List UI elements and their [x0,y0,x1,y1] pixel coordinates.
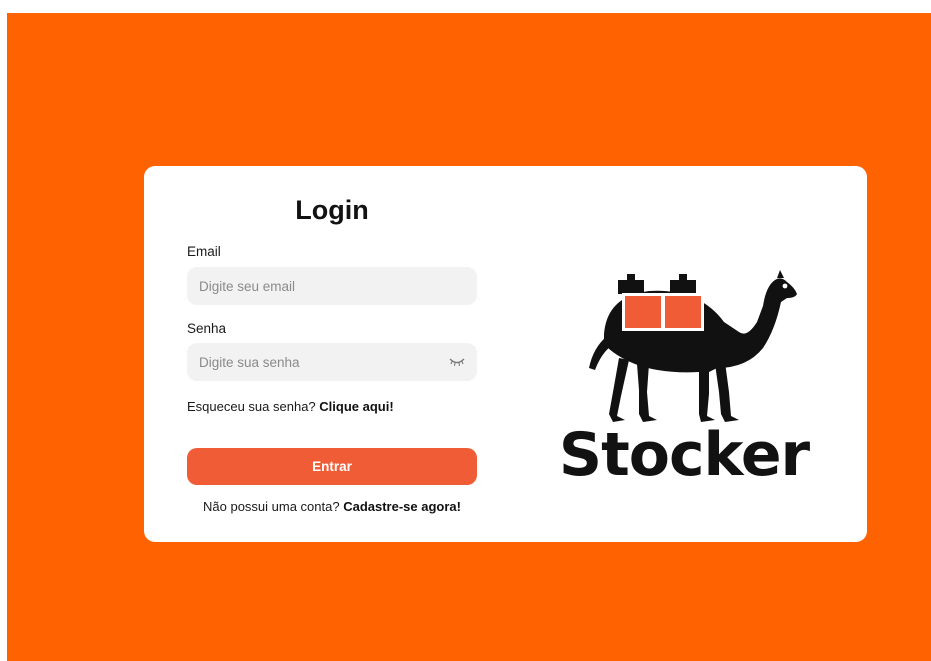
email-input[interactable] [199,278,465,294]
password-label: Senha [187,321,227,336]
forgot-password-prompt: Esqueceu sua senha? [187,399,320,414]
login-card: Login Email Senha Esqueceu sua senha? Cl… [144,166,867,542]
email-field-wrapper [187,267,477,305]
password-input[interactable] [199,354,443,370]
email-label: Email [187,244,221,259]
signup-prompt: Não possui uma conta? [203,499,344,514]
login-button[interactable]: Entrar [187,448,477,485]
eye-closed-icon[interactable] [449,357,465,367]
brand-block: Stocker [549,264,819,504]
signup-link[interactable]: Cadastre-se agora! [343,499,461,514]
camel-with-boxes-icon [589,270,797,422]
signup-text: Não possui uma conta? Cadastre-se agora! [187,499,477,514]
page-title: Login [295,195,369,225]
brand-name: Stocker [558,420,810,490]
forgot-password-text: Esqueceu sua senha? Clique aqui! [187,399,394,414]
password-field-wrapper [187,343,477,381]
page-background: Login Email Senha Esqueceu sua senha? Cl… [7,13,931,661]
forgot-password-link[interactable]: Clique aqui! [319,399,393,414]
